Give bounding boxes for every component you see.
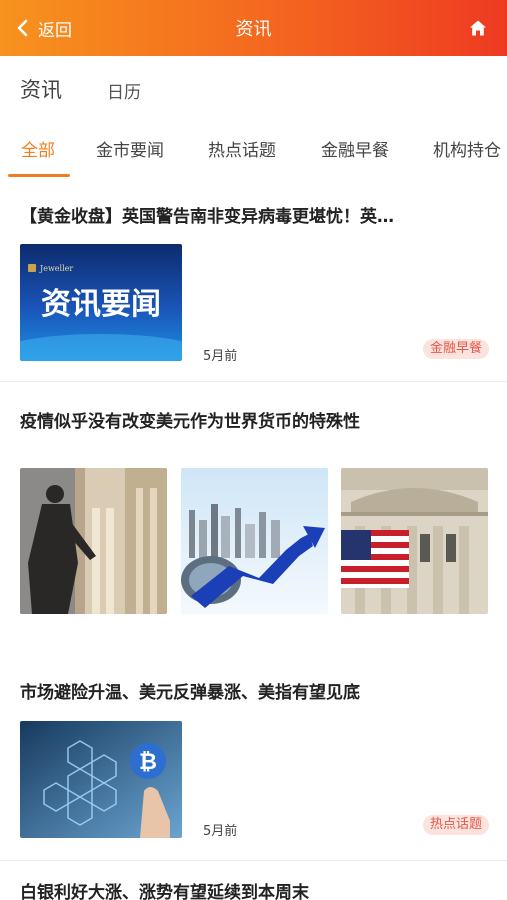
news-thumbnail: ₿ <box>20 721 182 838</box>
news-title: 疫情似乎没有改变美元作为世界货币的特殊性 <box>20 412 360 432</box>
section-switcher: 资讯 日历 <box>0 56 507 118</box>
news-thumbnail <box>341 468 488 614</box>
category-tab-finance-breakfast[interactable]: 金融早餐 <box>321 136 389 161</box>
tab-news[interactable]: 资讯 <box>20 74 62 104</box>
thumbnail-logo: Jeweller <box>39 264 73 273</box>
news-item[interactable]: 疫情似乎没有改变美元作为世界货币的特殊性 <box>0 382 507 650</box>
news-item[interactable]: 【黄金收盘】英国警告南非变异病毒更堪忧！英… Jeweller 资讯要闻 5月前… <box>0 178 507 381</box>
news-title: 白银利好大涨、涨势有望延续到本周末 <box>20 883 309 900</box>
news-thumbnail <box>181 468 328 614</box>
back-button[interactable]: 返回 <box>16 15 72 41</box>
thumbnail-caption: 资讯要闻 <box>41 287 161 322</box>
news-item[interactable]: 白银利好大涨、涨势有望延续到本周末 <box>0 861 507 900</box>
active-tab-indicator <box>8 174 70 177</box>
news-time: 5月前 <box>203 349 238 364</box>
news-thumbnail <box>20 468 167 614</box>
page-title: 资讯 <box>235 19 272 40</box>
category-tab-gold-news[interactable]: 金市要闻 <box>96 136 164 161</box>
back-label: 返回 <box>38 20 72 41</box>
category-tab-hot-topics[interactable]: 热点话题 <box>208 136 276 161</box>
news-tag: 热点话题 <box>422 815 489 835</box>
category-tab-institution-holdings[interactable]: 机构持仓 <box>433 136 501 161</box>
svg-text:₿: ₿ <box>139 750 157 775</box>
news-title: 市场避险升温、美元反弹暴涨、美指有望见底 <box>20 683 360 703</box>
news-thumbnail: Jeweller 资讯要闻 <box>20 244 182 361</box>
category-tab-all[interactable]: 全部 <box>21 136 55 161</box>
top-app-bar: 返回 资讯 <box>0 0 507 56</box>
news-tag: 金融早餐 <box>422 339 489 359</box>
tab-calendar[interactable]: 日历 <box>107 78 141 103</box>
news-title: 【黄金收盘】英国警告南非变异病毒更堪忧！英… <box>20 207 394 227</box>
category-tabs: 全部 金市要闻 热点话题 金融早餐 机构持仓 <box>0 118 507 178</box>
news-time: 5月前 <box>203 824 238 839</box>
news-item[interactable]: 市场避险升温、美元反弹暴涨、美指有望见底 ₿ 5月前 热点话题 <box>0 660 507 860</box>
home-icon[interactable] <box>469 19 487 37</box>
chevron-left-icon <box>17 19 28 37</box>
